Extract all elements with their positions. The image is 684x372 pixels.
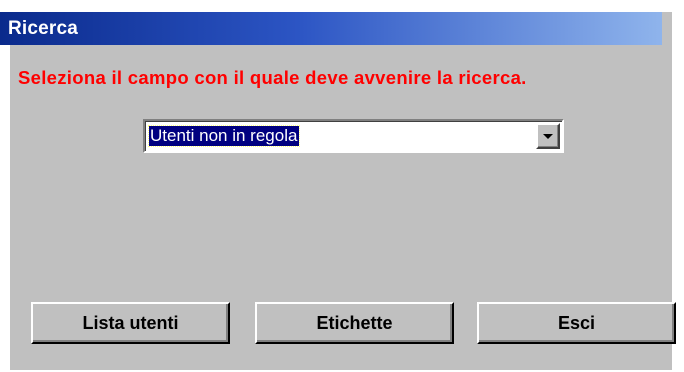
dropdown-button[interactable] — [536, 123, 560, 149]
esci-button[interactable]: Esci — [477, 302, 676, 344]
instruction-text: Seleziona il campo con il quale deve avv… — [18, 67, 527, 88]
lista-utenti-button[interactable]: Lista utenti — [31, 302, 230, 344]
dialog-body: Seleziona il campo con il quale deve avv… — [10, 45, 676, 370]
search-field-selected-value[interactable]: Utenti non in regola — [147, 125, 301, 147]
search-field-combobox[interactable]: Utenti non in regola — [143, 119, 564, 153]
chevron-down-icon — [543, 134, 553, 139]
title-bar[interactable]: Ricerca — [0, 12, 662, 45]
etichette-button[interactable]: Etichette — [255, 302, 454, 344]
window-title: Ricerca — [8, 17, 79, 39]
